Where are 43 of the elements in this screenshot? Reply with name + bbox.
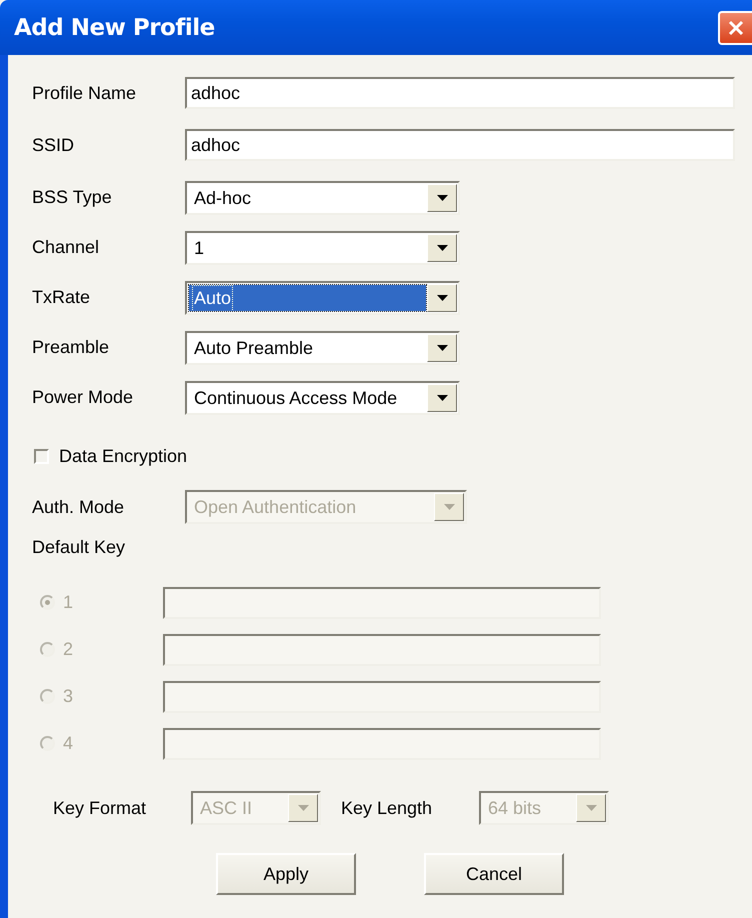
dropdown[interactable]: Continuous Access Mode [185,381,460,415]
dropdown-arrow-icon [436,345,448,351]
close-button[interactable] [718,10,752,44]
selected-value: 1 [193,236,206,260]
dropdown-arrow-icon [444,504,454,510]
field-label: Key Format [53,798,148,818]
field-label: TxRate [32,286,92,308]
selected-value: Open Authentication [193,496,358,519]
window-title: Add New Profile [14,14,216,40]
radio-label: 4 [63,733,74,754]
apply-button[interactable]: Apply [216,853,356,895]
field-label: BSS Type [32,186,113,208]
field-label: Default Key [32,537,126,558]
dropdown-arrow-icon [436,195,448,201]
dropdown[interactable]: Auto Preamble [185,331,460,365]
field-label: Power Mode [32,386,134,408]
field-label: Key Length [341,798,434,818]
field-label: Preamble [32,336,110,358]
checkbox-label: Data Encryption [59,446,188,466]
dropdown-arrow-icon [586,805,596,811]
dropdown[interactable]: Auto [185,281,460,315]
radio-label: 2 [63,639,74,660]
dropdown-arrow-icon [298,805,308,811]
selected-value: Continuous Access Mode [193,386,398,410]
field-label: Profile Name [32,82,138,104]
field-label: Auth. Mode [32,496,126,518]
selected-value: 64 bits [487,796,542,820]
dropdown[interactable]: 1 [185,231,460,265]
dropdown[interactable]: Ad-hoc [185,181,460,215]
dropdown-arrow-icon [436,295,448,301]
selected-value: Auto Preamble [193,336,314,360]
field-label: Channel [32,236,100,258]
cancel-button[interactable]: Cancel [424,853,564,895]
field-label: SSID [32,134,76,156]
dropdown-arrow-icon [436,245,448,251]
radio-label: 3 [63,686,74,707]
selected-value: ASC II [199,796,254,820]
text-field[interactable]: adhoc [185,77,735,109]
checkbox[interactable] [34,448,49,464]
selected-value: Ad-hoc [193,186,252,210]
dropdown-arrow-icon [436,395,448,401]
text-field[interactable]: adhoc [185,129,735,161]
radio-label: 1 [63,592,74,613]
